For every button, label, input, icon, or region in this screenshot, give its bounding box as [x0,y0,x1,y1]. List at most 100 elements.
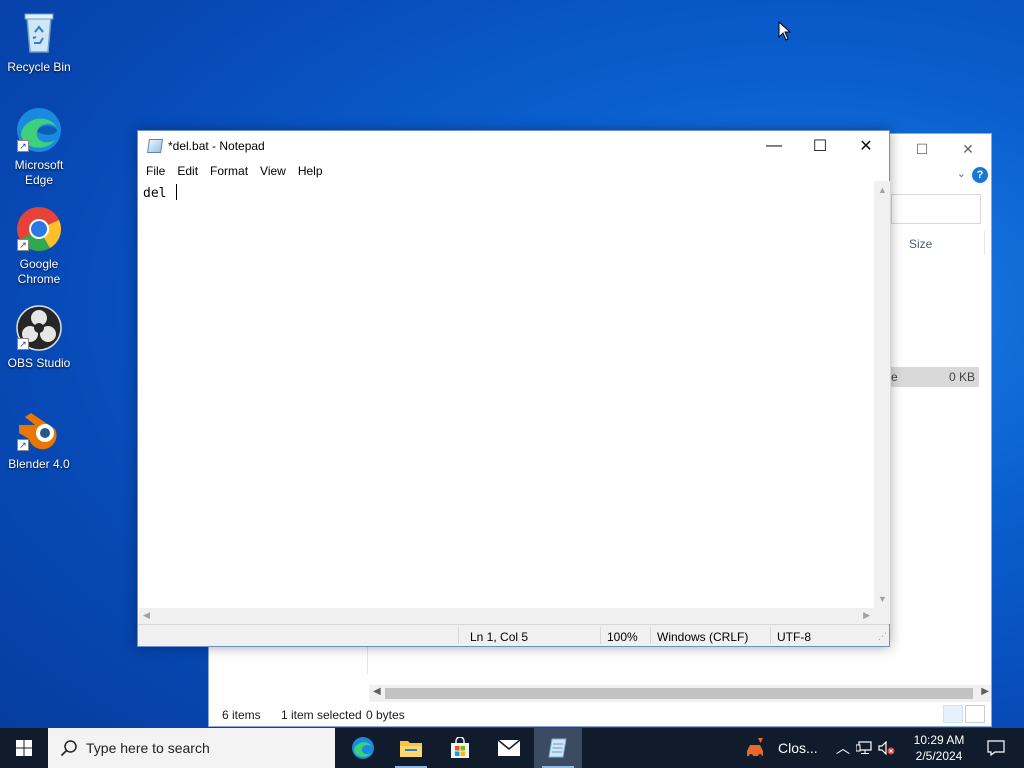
close-button[interactable]: ✕ [945,134,991,164]
start-button[interactable] [0,728,48,768]
details-view-icon[interactable] [943,705,963,723]
desktop-icon-label: Microsoft Edge [14,158,64,187]
scroll-right-icon[interactable]: ▶ [863,610,870,621]
clock-date: 2/5/2024 [915,749,963,763]
view-toggle [943,705,985,723]
horizontal-scrollbar[interactable]: ◀ ▶ [369,685,991,702]
blender-icon: ↗ [15,405,63,453]
desktop-icon-label: OBS Studio [7,356,71,370]
search-icon [60,740,77,757]
scroll-up-icon[interactable]: ▲ [878,185,887,195]
cursor-position: Ln 1, Col 5 [470,630,529,644]
shortcut-arrow-icon: ↗ [17,439,29,451]
large-icons-view-icon[interactable] [965,705,985,723]
menu-edit[interactable]: Edit [171,161,204,181]
selected-size: 0 bytes [366,708,405,722]
text-editor[interactable]: del [139,181,874,608]
resize-grip-icon[interactable]: ⋰ [878,631,887,642]
edge-icon [352,737,374,759]
file-name-fragment: e [891,370,898,384]
scroll-left-icon[interactable]: ◀ [373,686,381,697]
menu-help[interactable]: Help [292,161,329,181]
selected-count: 1 item selected [281,708,362,722]
taskbar-edge[interactable] [339,728,387,768]
maximize-button[interactable]: ☐ [899,134,945,164]
column-separator [984,231,985,255]
taskbar-notepad[interactable] [534,728,582,768]
taskbar-file-explorer[interactable] [387,728,435,768]
menu-bar: File Edit Format View Help [138,161,889,181]
volume-muted-icon[interactable] [878,741,896,755]
taskbar-clock[interactable]: 10:29 AM 2/5/2024 [910,732,968,764]
editor-text-line: del [143,184,178,201]
desktop-icon-label: Blender 4.0 [8,457,70,471]
shortcut-arrow-icon: ↗ [17,140,29,152]
zoom-level: 100% [607,630,638,644]
desktop-icon-google-chrome[interactable]: ↗ Google Chrome [1,205,77,287]
scrollbar-thumb[interactable] [385,688,973,699]
car-warning-icon [747,738,763,758]
desktop-icon-microsoft-edge[interactable]: ↗ Microsoft Edge [1,106,77,188]
desktop-icon-label: Google Chrome [17,257,61,286]
status-divider [600,627,601,644]
chevron-up-icon[interactable]: ︿ [836,738,850,758]
horizontal-scrollbar[interactable]: ◀ ▶ [139,608,874,624]
vertical-scrollbar[interactable]: ▲ ▼ [874,181,890,608]
status-divider [650,627,651,644]
taskbar: Type here to search Clos... ︿ 10:29 AM 2… [0,728,1024,768]
menu-view[interactable]: View [254,161,292,181]
maximize-button[interactable]: ☐ [797,131,843,161]
line-ending: Windows (CRLF) [657,630,749,644]
windows-logo-icon [16,740,32,756]
desktop-icon-obs-studio[interactable]: ↗ OBS Studio [1,304,77,371]
system-tray: ︿ [836,728,896,768]
search-input[interactable] [891,194,981,224]
file-size: 0 KB [948,370,975,384]
menu-file[interactable]: File [140,161,171,181]
close-button[interactable]: ✕ [843,131,889,161]
minimize-button[interactable]: — [751,131,797,161]
explorer-status-bar: 6 items 1 item selected 0 bytes [209,704,991,726]
encoding: UTF-8 [777,630,811,644]
scroll-right-icon[interactable]: ▶ [981,686,989,697]
window-title: *del.bat - Notepad [168,139,265,153]
scroll-down-icon[interactable]: ▼ [878,594,887,604]
menu-format[interactable]: Format [204,161,254,181]
mail-icon [497,739,521,756]
network-icon[interactable] [856,741,872,755]
obs-icon: ↗ [15,304,63,352]
taskbar-running-app[interactable]: Clos... [744,728,818,768]
action-center-button[interactable] [976,728,1016,768]
notepad-icon [548,738,567,758]
status-divider [770,627,771,644]
column-header-size[interactable]: Size [909,237,932,251]
notepad-window[interactable]: *del.bat - Notepad — ☐ ✕ File Edit Forma… [137,130,890,647]
store-icon [451,737,469,758]
file-explorer-icon [400,741,422,757]
clock-time: 10:29 AM [913,733,965,747]
text-caret [176,184,178,200]
scrollbar-corner [874,608,890,624]
notepad-status-bar: Ln 1, Col 5 100% Windows (CRLF) UTF-8 ⋰ [138,624,889,646]
table-row-selected[interactable]: e 0 KB [891,367,979,387]
help-icon[interactable]: ? [972,167,988,183]
editor-content: del [143,186,175,201]
scroll-left-icon[interactable]: ◀ [143,610,150,621]
notepad-title-bar[interactable]: *del.bat - Notepad — ☐ ✕ [138,131,889,161]
taskbar-search-box[interactable]: Type here to search [48,728,335,768]
chrome-icon: ↗ [15,205,63,253]
notepad-icon [147,139,163,153]
shortcut-arrow-icon: ↗ [17,239,29,251]
taskbar-mail[interactable] [485,728,533,768]
status-divider [458,627,459,644]
notification-icon [987,740,1005,756]
chevron-down-icon[interactable]: ⌄ [957,167,966,180]
desktop-icon-blender[interactable]: ↗ Blender 4.0 [1,405,77,472]
search-placeholder: Type here to search [86,740,210,756]
explorer-title-buttons: ☐ ✕ [899,134,991,164]
desktop-icon-recycle-bin[interactable]: Recycle Bin [1,8,77,75]
desktop-icon-label: Recycle Bin [7,60,71,74]
taskbar-store[interactable] [436,728,484,768]
running-app-label: Clos... [778,740,818,756]
item-count: 6 items [222,708,261,722]
